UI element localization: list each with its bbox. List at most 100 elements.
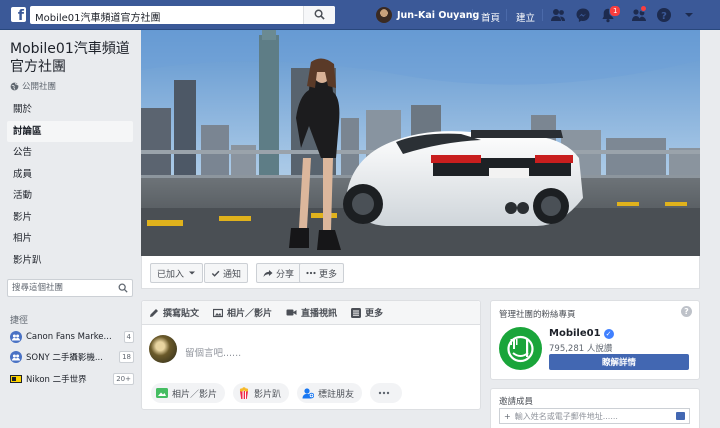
- shortcut-item[interactable]: Canon Fans Marke... 4: [10, 330, 134, 344]
- help-icon[interactable]: ?: [681, 306, 692, 317]
- tab-live-video-label: 直播視訊: [301, 309, 338, 319]
- photo-icon: [213, 308, 224, 317]
- sidebar-item-watch-party[interactable]: 影片趴: [7, 250, 133, 272]
- composer-actions: 相片／影片 影片趴 標註朋友: [151, 383, 410, 403]
- tab-write-post[interactable]: 撰寫貼文: [149, 306, 199, 319]
- share-icon: [263, 269, 273, 277]
- tab-photo-video-label: 相片／影片: [227, 309, 273, 319]
- chevron-down-icon: [189, 271, 196, 275]
- invite-members-heading: 邀請成員: [499, 397, 534, 407]
- tab-more-label: 更多: [365, 309, 384, 319]
- shortcuts-heading: 捷徑: [10, 316, 29, 326]
- shortcut-label: SONY 二手攝影機...: [26, 353, 103, 363]
- photo-icon: [156, 388, 168, 398]
- mobile01-logo[interactable]: [499, 327, 542, 370]
- search-icon[interactable]: [118, 283, 128, 293]
- video-camera-icon: [286, 309, 297, 316]
- verified-badge-icon: ✓: [603, 328, 614, 339]
- group-search-box[interactable]: [7, 279, 133, 297]
- invite-input-placeholder: 輸入姓名或電子郵件地址......: [514, 411, 618, 421]
- sidebar-item-members[interactable]: 成員: [7, 164, 133, 186]
- search-icon: [314, 9, 325, 20]
- plus-icon: +: [504, 411, 511, 421]
- checkmark-icon: [211, 270, 220, 277]
- help-icon[interactable]: ?: [656, 7, 672, 23]
- group-sidebar-nav: 關於 討論區 公告 成員 活動 影片 相片 影片趴: [7, 99, 133, 271]
- group-action-bar: 已加入 通知 分享 更多: [141, 256, 700, 289]
- search-input-value[interactable]: Mobile01汽車頻道官方社團: [35, 9, 161, 24]
- sidebar-item-photos[interactable]: 相片: [7, 228, 133, 250]
- friend-requests-icon[interactable]: [550, 7, 566, 23]
- shortcut-item[interactable]: Nikon 二手世界 20+: [10, 372, 134, 386]
- facebook-logo-icon[interactable]: f: [11, 7, 26, 22]
- sidebar-item-events[interactable]: 活動: [7, 185, 133, 207]
- page-likes-count: 795,281 人說讚: [549, 344, 613, 354]
- user-avatar: [376, 7, 392, 23]
- contact-card-icon[interactable]: [676, 412, 685, 420]
- popcorn-icon: [239, 387, 249, 399]
- group-privacy: 公開社團: [10, 80, 56, 92]
- more-dots-icon: [306, 271, 316, 275]
- notifications-label: 通知: [223, 269, 242, 280]
- svg-text:?: ?: [661, 11, 667, 22]
- user-name: Jun-Kai Ouyang: [397, 9, 480, 21]
- page-name[interactable]: Mobile01 ✓: [549, 328, 614, 339]
- nav-create-link[interactable]: 建立: [516, 10, 535, 24]
- shortcut-item[interactable]: SONY 二手攝影機... 18: [10, 350, 134, 364]
- notifications-button[interactable]: 通知: [204, 263, 249, 283]
- composer-more-button[interactable]: [370, 383, 403, 403]
- share-button[interactable]: 分享: [256, 263, 302, 283]
- sidebar-item-announcements[interactable]: 公告: [7, 142, 133, 164]
- more-label: 更多: [319, 269, 338, 280]
- nav-home-link[interactable]: 首頁: [481, 10, 500, 24]
- account-menu-chevron-icon[interactable]: [681, 7, 697, 23]
- group-title[interactable]: Mobile01汽車頻道官方社團: [10, 40, 138, 76]
- group-search-input[interactable]: [8, 280, 108, 296]
- page-icon: [10, 375, 22, 383]
- tab-photo-video[interactable]: 相片／影片: [213, 306, 272, 319]
- requests-dot-badge: [640, 5, 647, 12]
- watch-party-button[interactable]: 影片趴: [233, 383, 290, 403]
- shortcut-count-badge: 4: [123, 331, 134, 343]
- user-avatar: [149, 335, 177, 363]
- cover-photo-image: [141, 30, 700, 256]
- sidebar-item-videos[interactable]: 影片: [7, 207, 133, 229]
- sidebar-item-discussion[interactable]: 討論區: [7, 120, 133, 142]
- linked-page-card: 管理社團的粉絲專頁 ? Mobile01 ✓ 795,281 人說讚 瞭解詳情: [490, 300, 700, 380]
- tab-more[interactable]: 更多: [351, 306, 383, 319]
- more-list-icon: [351, 307, 362, 318]
- globe-icon: [10, 82, 19, 90]
- notification-count-badge: 1: [609, 5, 622, 17]
- group-icon: [10, 351, 22, 363]
- linked-page-heading: 管理社團的粉絲專頁: [499, 310, 576, 320]
- composer-tabs: 撰寫貼文 相片／影片 直播視訊 更多: [142, 301, 480, 325]
- learn-more-button[interactable]: 瞭解詳情: [549, 354, 689, 370]
- page-name-label: Mobile01: [549, 328, 601, 339]
- more-button[interactable]: 更多: [299, 263, 345, 283]
- sidebar-item-about[interactable]: 關於: [7, 99, 133, 121]
- tag-friends-icon: [302, 388, 315, 399]
- tab-write-post-label: 撰寫貼文: [163, 309, 200, 319]
- tag-friends-button[interactable]: 標註朋友: [297, 383, 363, 403]
- mobile01-logo-icon: [499, 327, 542, 370]
- nav-divider: [506, 9, 507, 21]
- photo-video-button[interactable]: 相片／影片: [151, 383, 226, 403]
- profile-link[interactable]: Jun-Kai Ouyang: [376, 6, 479, 24]
- invite-input[interactable]: + 輸入姓名或電子郵件地址......: [499, 408, 690, 424]
- tab-live-video[interactable]: 直播視訊: [286, 306, 337, 319]
- pencil-icon: [150, 308, 158, 317]
- shortcut-count-badge: 20+: [113, 373, 134, 385]
- group-privacy-label: 公開社團: [22, 82, 57, 92]
- nav-divider: [542, 9, 543, 21]
- tag-friends-label: 標註朋友: [318, 389, 355, 400]
- messenger-icon[interactable]: [575, 7, 591, 23]
- group-cover-photo[interactable]: [141, 30, 700, 256]
- search-field[interactable]: Mobile01汽車頻道官方社團: [30, 6, 335, 24]
- group-icon: [10, 331, 22, 343]
- composer-input[interactable]: 留個言吧......: [185, 345, 241, 359]
- joined-button[interactable]: 已加入: [150, 263, 204, 283]
- invite-members-card: 邀請成員 + 輸入姓名或電子郵件地址......: [490, 388, 700, 428]
- search-button[interactable]: [303, 6, 335, 24]
- nav-divider: [472, 9, 473, 21]
- shortcut-label: Canon Fans Marke...: [26, 332, 112, 342]
